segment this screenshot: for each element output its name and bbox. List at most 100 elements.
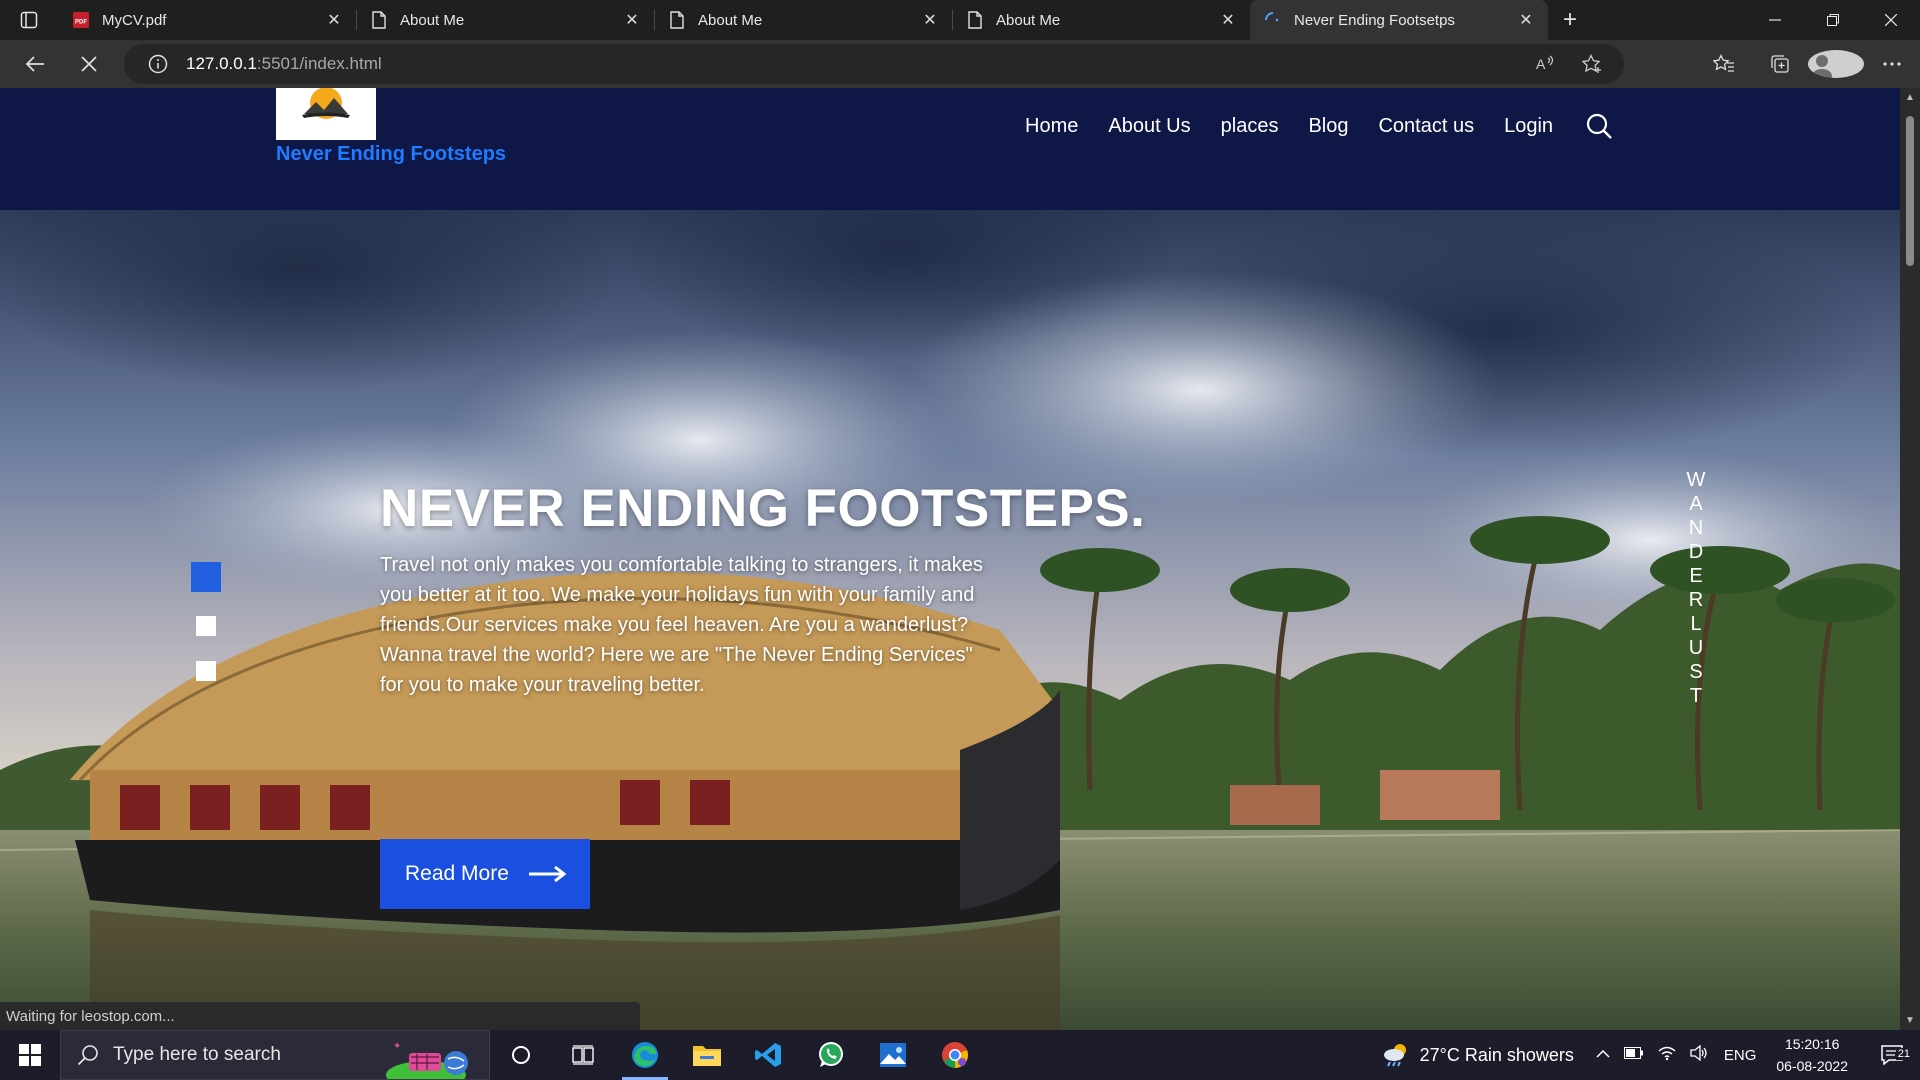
windows-logo-icon	[19, 1044, 41, 1066]
weather-text: 27°C Rain showers	[1419, 1044, 1574, 1065]
nav-blog[interactable]: Blog	[1308, 115, 1348, 138]
minimize-icon	[1769, 19, 1781, 21]
stop-loading-button[interactable]	[64, 44, 114, 84]
taskbar-vscode[interactable]	[738, 1030, 800, 1080]
photos-icon	[880, 1043, 906, 1067]
tab-title: Never Ending Footsetps	[1294, 11, 1455, 29]
page-icon	[370, 11, 388, 29]
page-icon	[668, 11, 686, 29]
battery-icon[interactable]	[1623, 1046, 1644, 1064]
tab-about-me-3[interactable]: About Me ✕	[952, 0, 1250, 40]
scroll-up-icon[interactable]: ▲	[1905, 92, 1915, 103]
volume-icon[interactable]	[1690, 1044, 1708, 1066]
search-icon[interactable]	[1583, 110, 1615, 142]
stop-icon	[81, 56, 97, 72]
letter: W	[1686, 469, 1706, 491]
nav-about-us[interactable]: About Us	[1108, 115, 1190, 138]
taskbar-search-box[interactable]: Type here to search ✦	[60, 1030, 490, 1080]
scrollbar-thumb[interactable]	[1906, 116, 1914, 266]
clock[interactable]: 15:20:16 06-08-2022	[1776, 1033, 1848, 1077]
tab-title: MyCV.pdf	[102, 11, 167, 29]
loading-icon	[1264, 11, 1282, 29]
address-bar[interactable]: 127.0.0.1:5501/index.html A	[124, 44, 1624, 84]
hero-title: NEVER ENDING FOOTSTEPS.	[380, 479, 1146, 538]
slider-dot-active[interactable]	[191, 562, 221, 592]
minimize-button[interactable]	[1746, 0, 1804, 40]
taskbar-file-explorer[interactable]	[676, 1030, 738, 1080]
close-icon[interactable]: ✕	[324, 10, 344, 30]
chrome-icon	[942, 1042, 968, 1068]
browser-status-text: Waiting for leostop.com...	[0, 1002, 640, 1030]
taskbar-photos[interactable]	[862, 1030, 924, 1080]
hero-description: Travel not only makes you comfortable ta…	[380, 554, 983, 696]
scroll-down-icon[interactable]: ▼	[1905, 1015, 1915, 1026]
letter: T	[1689, 685, 1703, 707]
clock-time: 15:20:16	[1784, 1036, 1840, 1052]
site-logo[interactable]	[276, 88, 376, 140]
wifi-icon[interactable]	[1658, 1045, 1676, 1066]
taskbar-edge[interactable]	[614, 1030, 676, 1080]
tab-about-me-2[interactable]: About Me ✕	[654, 0, 952, 40]
system-tray: 27°C Rain showers ENG 15:20:16 06-08-202…	[1382, 1030, 1920, 1080]
cortana-icon	[512, 1046, 530, 1064]
page-icon	[966, 11, 984, 29]
site-name[interactable]: Never Ending Footsteps	[276, 143, 506, 166]
add-favorite-icon[interactable]	[1574, 54, 1610, 74]
letter: R	[1688, 589, 1704, 611]
tab-title: About Me	[996, 11, 1061, 29]
restore-button[interactable]	[1804, 0, 1862, 40]
letter: N	[1688, 517, 1704, 539]
back-button[interactable]	[10, 44, 60, 84]
browser-toolbar: 127.0.0.1:5501/index.html A	[0, 40, 1920, 88]
slider-dot[interactable]	[196, 661, 216, 681]
slider-dot[interactable]	[196, 616, 216, 636]
close-icon[interactable]: ✕	[622, 10, 642, 30]
start-button[interactable]	[0, 1030, 60, 1080]
hero-section: NEVER ENDING FOOTSTEPS. Travel not only …	[0, 210, 1900, 1030]
nav-contact-us[interactable]: Contact us	[1378, 115, 1474, 138]
close-icon[interactable]: ✕	[1218, 10, 1238, 30]
tab-actions-button[interactable]	[0, 0, 58, 40]
letter: U	[1688, 637, 1704, 659]
profile-button[interactable]	[1808, 44, 1864, 84]
page-scrollbar[interactable]: ▲ ▼	[1900, 88, 1920, 1030]
site-info-icon[interactable]	[146, 52, 170, 76]
search-highlight-icon: ✦	[386, 1041, 468, 1079]
tab-never-ending-footsteps[interactable]: Never Ending Footsetps ✕	[1250, 0, 1548, 40]
cortana-button[interactable]	[490, 1030, 552, 1080]
back-arrow-icon	[25, 56, 44, 72]
nav-places[interactable]: places	[1221, 115, 1279, 138]
new-tab-button[interactable]: +	[1548, 0, 1592, 40]
weather-widget[interactable]: 27°C Rain showers	[1382, 1042, 1574, 1068]
read-more-button[interactable]: Read More	[380, 839, 590, 909]
collections-button[interactable]	[1752, 44, 1808, 84]
show-hidden-icons-icon[interactable]	[1596, 1046, 1610, 1064]
taskbar-chrome[interactable]	[924, 1030, 986, 1080]
close-icon[interactable]: ✕	[1516, 10, 1536, 30]
rain-cloud-icon	[1383, 1044, 1406, 1067]
tab-mycv[interactable]: PDF MyCV.pdf ✕	[58, 0, 356, 40]
nav-home[interactable]: Home	[1025, 115, 1078, 138]
collections-icon	[1771, 55, 1789, 73]
settings-more-button[interactable]	[1864, 44, 1920, 84]
close-icon[interactable]: ✕	[920, 10, 940, 30]
nav-login[interactable]: Login	[1504, 115, 1553, 138]
pdf-icon: PDF	[72, 11, 90, 29]
read-aloud-icon[interactable]: A	[1528, 54, 1564, 74]
tab-about-me-1[interactable]: About Me ✕	[356, 0, 654, 40]
input-language[interactable]: ENG	[1724, 1047, 1757, 1064]
notification-center-button[interactable]: 21	[1870, 1044, 1914, 1066]
svg-text:✦: ✦	[393, 1041, 401, 1052]
whatsapp-icon	[819, 1042, 843, 1067]
main-nav: Home About Us places Blog Contact us Log…	[1025, 110, 1615, 142]
favorites-icon	[1713, 54, 1734, 72]
task-view-button[interactable]	[552, 1030, 614, 1080]
svg-text:PDF: PDF	[75, 20, 87, 26]
url-host: 127.0.0.1	[186, 54, 257, 73]
svg-text:A: A	[1536, 56, 1546, 72]
close-window-button[interactable]	[1862, 0, 1920, 40]
favorites-button[interactable]	[1696, 44, 1752, 84]
taskbar-whatsapp[interactable]	[800, 1030, 862, 1080]
tab-title: About Me	[698, 11, 763, 29]
folder-icon	[693, 1046, 721, 1066]
